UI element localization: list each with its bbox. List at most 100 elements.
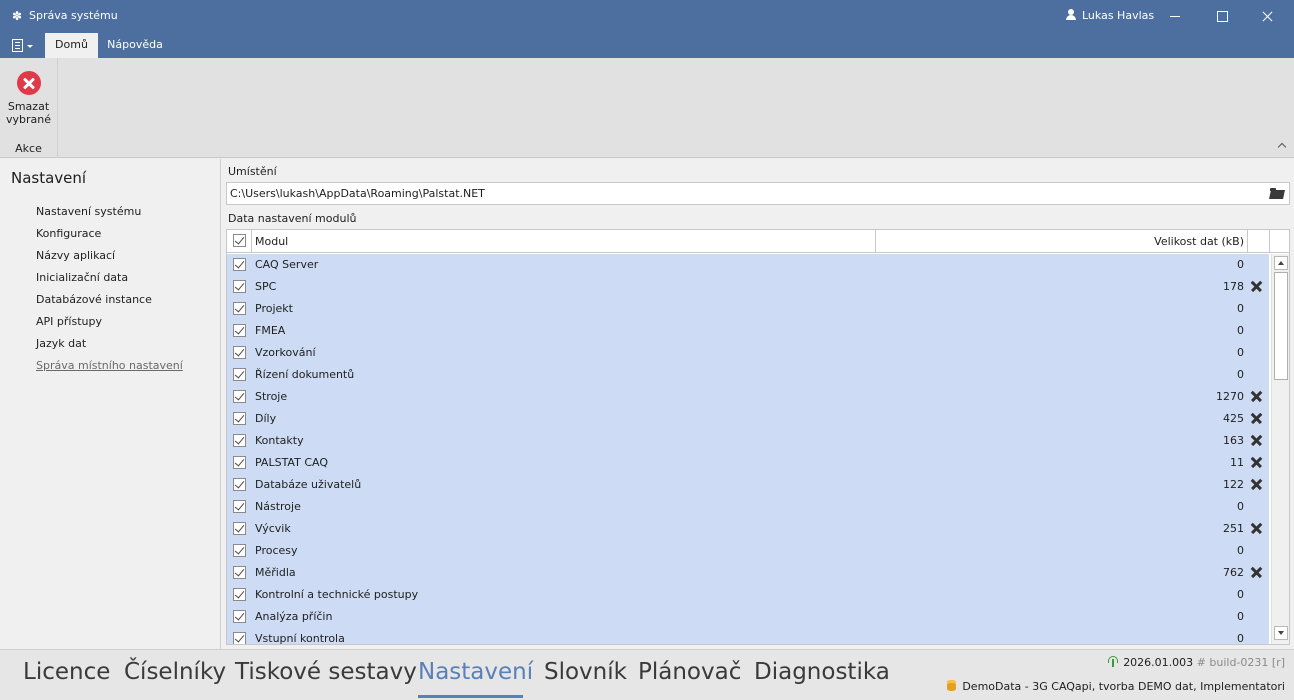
row-checkbox[interactable] [233,478,246,491]
delete-row-icon[interactable] [1251,523,1262,534]
row-checkbox[interactable] [233,522,246,535]
settings-nav: Nastavení Nastavení systému Konfigurace … [0,159,220,649]
module-name-cell: Analýza příčin [255,610,333,623]
module-name-cell: SPC [255,280,277,293]
module-tab-dictionary[interactable]: Slovník [544,659,627,685]
column-divider [875,230,876,253]
ribbon-collapse-icon[interactable] [1277,141,1287,151]
scroll-down-button[interactable] [1274,626,1288,640]
table-row[interactable]: Procesy 0 [227,540,1269,562]
delete-row-icon[interactable] [1251,413,1262,424]
table-row[interactable]: Vzorkování 0 [227,342,1269,364]
active-module-indicator [418,695,523,698]
delete-row-icon[interactable] [1251,435,1262,446]
data-size-cell: 0 [1237,544,1244,557]
user-icon [1066,9,1076,20]
table-row[interactable]: FMEA 0 [227,320,1269,342]
nav-item-database-instances[interactable]: Databázové instance [36,293,183,315]
module-tab-diagnostics[interactable]: Diagnostika [754,659,890,685]
module-name-cell: Stroje [255,390,288,403]
module-tab-scheduler[interactable]: Plánovač [638,659,741,685]
minimize-button[interactable] [1152,0,1198,33]
table-row[interactable]: Databáze uživatelů 122 [227,474,1269,496]
row-checkbox[interactable] [233,302,246,315]
delete-row-icon[interactable] [1251,567,1262,578]
data-size-cell: 0 [1237,500,1244,513]
row-checkbox[interactable] [233,632,246,644]
nav-item-api-access[interactable]: API přístupy [36,315,183,337]
row-checkbox[interactable] [233,566,246,579]
row-checkbox[interactable] [233,434,246,447]
location-path-field[interactable]: C:\Users\lukash\AppData\Roaming\Palstat.… [226,182,1290,205]
module-tab-print-reports[interactable]: Tiskové sestavy [235,659,417,685]
row-checkbox[interactable] [233,610,246,623]
database-info[interactable]: DemoData - 3G CAQapi, tvorba DEMO dat, I… [947,680,1285,693]
close-button[interactable] [1244,0,1290,33]
ribbon-tab-strip: Domů Nápověda [0,33,1294,58]
module-tab-settings[interactable]: Nastavení [418,659,533,685]
current-user[interactable]: Lukas Havlas [1066,9,1154,22]
table-row[interactable]: Měřidla 762 [227,562,1269,584]
nav-item-application-names[interactable]: Názvy aplikací [36,249,183,271]
row-checkbox[interactable] [233,346,246,359]
tab-home[interactable]: Domů [45,33,98,58]
delete-selected-button[interactable]: Smazat vybrané [2,64,55,134]
table-row[interactable]: Nástroje 0 [227,496,1269,518]
row-checkbox[interactable] [233,390,246,403]
table-row[interactable]: Projekt 0 [227,298,1269,320]
list-menu-icon [12,39,23,52]
table-row[interactable]: Kontrolní a technické postupy 0 [227,584,1269,606]
data-size-cell: 0 [1237,302,1244,315]
table-row[interactable]: CAQ Server 0 [227,254,1269,276]
module-name-cell: FMEA [255,324,286,337]
row-checkbox[interactable] [233,368,246,381]
table-row[interactable]: Stroje 1270 [227,386,1269,408]
row-checkbox[interactable] [233,588,246,601]
scroll-thumb[interactable] [1274,272,1288,380]
row-checkbox[interactable] [233,258,246,271]
module-tab-codebooks[interactable]: Číselníky [124,659,226,685]
scroll-up-button[interactable] [1274,256,1288,270]
version-number: 2026.01.003 [1123,656,1194,669]
app-menu-button[interactable] [8,38,36,54]
table-row[interactable]: PALSTAT CAQ 11 [227,452,1269,474]
table-row[interactable]: Výcvik 251 [227,518,1269,540]
maximize-button[interactable] [1198,0,1244,33]
delete-row-icon[interactable] [1251,457,1262,468]
location-label: Umístění [228,165,277,178]
delete-row-icon[interactable] [1251,281,1262,292]
main-content: Umístění C:\Users\lukash\AppData\Roaming… [220,159,1290,649]
row-checkbox[interactable] [233,412,246,425]
tab-help[interactable]: Nápověda [102,33,168,58]
antenna-icon [1107,656,1119,667]
build-number: # build-0231 [r] [1196,656,1285,669]
table-row[interactable]: Vstupní kontrola 0 [227,628,1269,644]
nav-item-data-language[interactable]: Jazyk dat [36,337,183,359]
version-info: 2026.01.003 # build-0231 [r] [1107,656,1285,669]
module-tab-licence[interactable]: Licence [23,659,110,685]
table-row[interactable]: SPC 178 [227,276,1269,298]
database-name: DemoData - 3G CAQapi, tvorba DEMO dat, I… [962,680,1285,693]
column-header-module[interactable]: Modul [255,235,288,248]
table-row[interactable]: Díly 425 [227,408,1269,430]
folder-open-icon[interactable] [1270,188,1284,199]
grid-vertical-scrollbar[interactable] [1271,254,1289,644]
select-all-checkbox[interactable] [233,234,246,247]
row-checkbox[interactable] [233,280,246,293]
nav-item-initialization-data[interactable]: Inicializační data [36,271,183,293]
data-size-cell: 0 [1237,258,1244,271]
table-row[interactable]: Řízení dokumentů 0 [227,364,1269,386]
row-checkbox[interactable] [233,456,246,469]
location-path-text: C:\Users\lukash\AppData\Roaming\Palstat.… [230,187,485,200]
delete-row-icon[interactable] [1251,391,1262,402]
column-header-size[interactable]: Velikost dat (kB) [1127,235,1244,248]
table-row[interactable]: Analýza příčin 0 [227,606,1269,628]
row-checkbox[interactable] [233,544,246,557]
nav-item-local-settings[interactable]: Správa místního nastavení [36,359,183,381]
nav-item-system-settings[interactable]: Nastavení systému [36,205,183,227]
row-checkbox[interactable] [233,500,246,513]
row-checkbox[interactable] [233,324,246,337]
table-row[interactable]: Kontakty 163 [227,430,1269,452]
nav-item-configuration[interactable]: Konfigurace [36,227,183,249]
delete-row-icon[interactable] [1251,479,1262,490]
